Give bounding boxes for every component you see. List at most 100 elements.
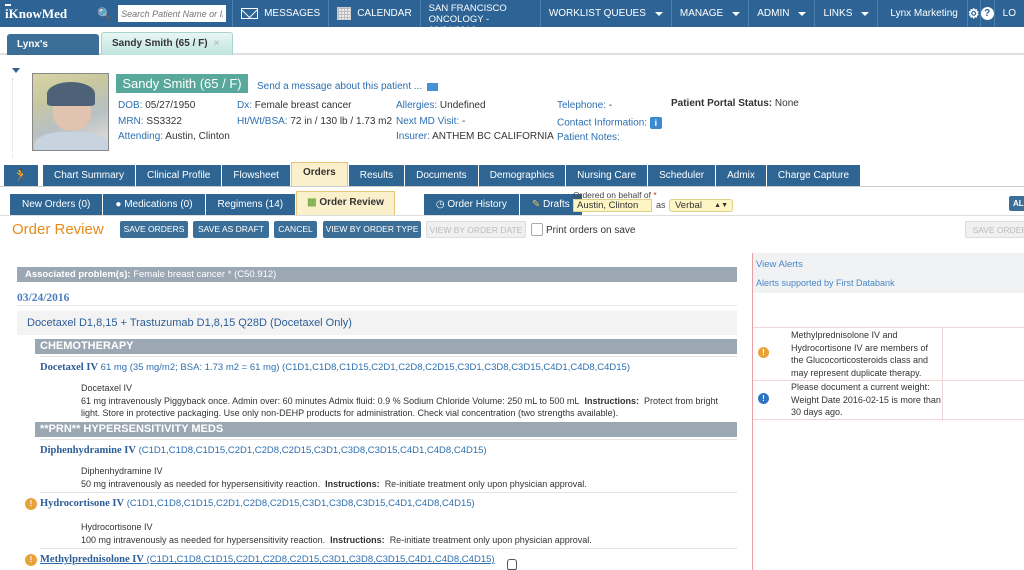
med-name[interactable]: Docetaxel IV <box>40 362 98 373</box>
tab-dashboard[interactable]: Lynx's Dashboard <box>7 34 99 71</box>
first-databank-link[interactable]: Alerts supported by First Databank <box>756 278 895 288</box>
tab-regimens[interactable]: Regimens (14) <box>205 194 296 215</box>
warning-icon: ! <box>758 347 769 358</box>
order-line-hydrocortisone[interactable]: Hydrocortisone IV (C1D1,C1D8,C1D15,C2D1,… <box>40 498 737 509</box>
mouse-cursor-icon <box>507 559 517 570</box>
tab-charge-capture[interactable]: Charge Capture <box>766 165 861 186</box>
logout-link[interactable]: LO <box>995 0 1024 27</box>
tab-patient[interactable]: Sandy Smith (65 / F) × <box>101 32 233 55</box>
detail-dose: 100 mg intravenously as needed for hyper… <box>81 534 326 545</box>
quick-actions-button[interactable]: 🏃 <box>4 165 38 186</box>
menu-admin[interactable]: ADMIN <box>749 0 816 27</box>
info-icon[interactable]: i <box>649 117 662 129</box>
ordering-provider-input[interactable]: Austin, Clinton <box>573 199 652 212</box>
menu-manage[interactable]: MANAGE <box>672 0 750 27</box>
field-label[interactable]: Patient Notes: <box>557 132 620 143</box>
order-line-methylprednisolone[interactable]: Methylprednisolone IV (C1D1,C1D8,C1D15,C… <box>40 554 737 565</box>
user-label: Lynx Marketing <box>890 8 958 19</box>
patient-portal-status: Patient Portal Status: None <box>671 98 799 109</box>
view-by-order-date-button[interactable]: VIEW BY ORDER DATE <box>426 221 526 238</box>
order-line-docetaxel[interactable]: Docetaxel IV 61 mg (35 mg/m2; BSA: 1.73 … <box>40 362 737 373</box>
order-type-select[interactable]: Verbal ▲▼ <box>669 199 733 212</box>
tab-scheduler[interactable]: Scheduler <box>648 165 716 186</box>
alerts-button[interactable]: AL <box>1009 196 1024 211</box>
settings-button[interactable]: ⚙ <box>968 0 981 27</box>
photo-scarf <box>47 82 95 106</box>
field-value: 72 in / 130 lb / 1.73 m2 <box>290 116 393 127</box>
divider <box>0 215 1024 216</box>
tab-admix[interactable]: Admix <box>716 165 766 186</box>
field-value: Female breast cancer <box>254 100 352 111</box>
tab-orders[interactable]: Orders <box>290 162 348 186</box>
close-icon[interactable]: × <box>214 38 220 49</box>
as-label: as <box>656 200 666 210</box>
divider <box>942 381 943 421</box>
assoc-value: Female breast cancer * (C50.912) <box>133 269 277 280</box>
app-logo[interactable]: iKnowMed Generation 2 <box>0 0 83 49</box>
tab-medications[interactable]: ● Medications (0) <box>103 194 205 215</box>
messages-link[interactable]: MESSAGES <box>233 0 330 27</box>
insurer-field: Insurer: ANTHEM BC CALIFORNIA <box>396 131 554 142</box>
print-orders-label: Print orders on save <box>546 225 636 236</box>
field-label: Contact Information: <box>557 117 648 129</box>
divider <box>17 305 737 306</box>
view-by-order-type-button[interactable]: VIEW BY ORDER TYPE <box>323 221 421 238</box>
menu-worklist-queues[interactable]: WORKLIST QUEUES <box>541 0 672 27</box>
collapse-header-icon[interactable] <box>12 68 20 73</box>
divider <box>40 492 737 493</box>
warning-icon[interactable]: ! <box>25 554 37 566</box>
tab-flowsheet[interactable]: Flowsheet <box>222 165 290 186</box>
med-name[interactable]: Methylprednisolone IV <box>40 554 144 565</box>
user-name[interactable]: Lynx Marketing <box>878 0 968 27</box>
search-icon[interactable]: 🔍 <box>97 7 112 21</box>
field-value: - <box>461 116 466 127</box>
field-value: Austin, Clinton <box>165 131 230 142</box>
save-as-draft-button[interactable]: SAVE AS DRAFT <box>193 221 269 238</box>
tab-order-review[interactable]: ▦ Order Review <box>296 191 395 215</box>
tab-order-history[interactable]: ◷ Order History <box>423 194 519 215</box>
alert-text: Please document a current weight: Weight… <box>791 382 941 417</box>
menu-links[interactable]: LINKS <box>815 0 879 27</box>
field-label: Insurer: <box>396 131 430 142</box>
print-orders-checkbox[interactable] <box>531 223 543 236</box>
menu-label: ADMIN <box>757 8 790 19</box>
divider <box>40 356 737 357</box>
top-nav-bar: iKnowMed Generation 2 🔍 MESSAGES CALENDA… <box>0 0 1024 49</box>
clock-icon: ◷ <box>435 199 445 210</box>
cancel-button[interactable]: CANCEL <box>274 221 317 238</box>
patient-search-input[interactable] <box>118 5 227 22</box>
send-message-link[interactable]: Send a message about this patient ... <box>257 81 439 92</box>
tab-new-orders[interactable]: New Orders (0) <box>10 194 103 215</box>
tab-demographics[interactable]: Demographics <box>478 165 566 186</box>
tab-nursing-care[interactable]: Nursing Care <box>566 165 648 186</box>
alerts-panel-header: View Alerts Alerts supported by First Da… <box>753 253 1024 293</box>
view-alerts-link[interactable]: View Alerts <box>756 259 803 270</box>
regimen-title[interactable]: Docetaxel D1,8,15 + Trastuzumab D1,8,15 … <box>17 311 737 335</box>
save-order-button-right[interactable]: SAVE ORDER <box>965 221 1024 238</box>
field-value: Undefined <box>439 100 486 111</box>
field-value: None <box>774 98 799 109</box>
tab-documents[interactable]: Documents <box>405 165 478 186</box>
associated-problems-bar: Associated problem(s): Female breast can… <box>17 267 737 282</box>
divider <box>0 186 1024 187</box>
med-name[interactable]: Hydrocortisone IV <box>40 498 124 509</box>
contact-info-field: Contact Information: i <box>557 117 662 129</box>
allergies-field: Allergies: Undefined <box>396 100 486 111</box>
detail-text: 100 mg intravenously as needed for hyper… <box>81 534 721 547</box>
calendar-link[interactable]: CALENDAR <box>329 0 421 27</box>
order-review-list: Associated problem(s): Female breast can… <box>0 248 752 570</box>
divider <box>942 328 943 381</box>
location-selector[interactable]: ONC HEM OF MSH SAN FRANCISCO ONCOLOGY - … <box>421 0 541 36</box>
med-name[interactable]: Diphenhydramine IV <box>40 445 136 456</box>
tab-chart-summary[interactable]: Chart Summary <box>43 165 136 186</box>
field-label: Attending: <box>118 131 164 142</box>
order-line-diphenhydramine[interactable]: Diphenhydramine IV (C1D1,C1D8,C1D15,C2D1… <box>40 445 737 456</box>
help-button[interactable]: ? <box>980 0 995 27</box>
field-label: Patient Portal Status: <box>671 98 773 109</box>
detail-title: Hydrocortisone IV <box>81 522 153 532</box>
tab-results[interactable]: Results <box>348 165 405 186</box>
warning-icon[interactable]: ! <box>25 498 37 510</box>
tab-clinical-profile[interactable]: Clinical Profile <box>136 165 222 186</box>
patient-photo <box>32 73 109 151</box>
save-orders-button[interactable]: SAVE ORDERS <box>120 221 188 238</box>
